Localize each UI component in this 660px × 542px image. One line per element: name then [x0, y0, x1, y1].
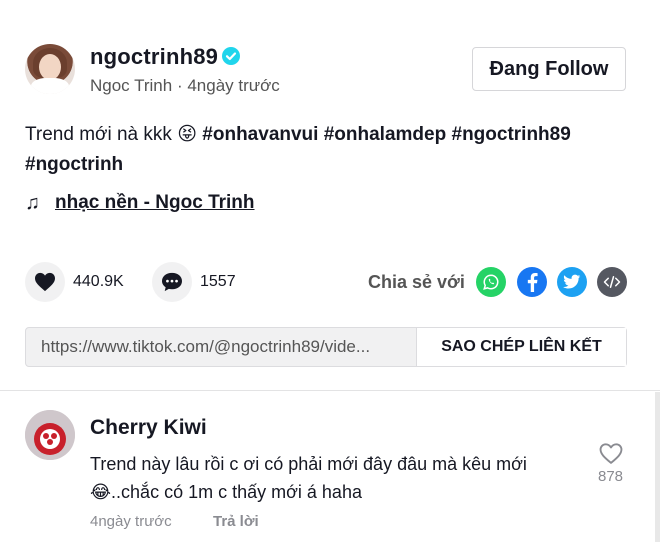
share-label: Chia sẻ với	[368, 272, 465, 292]
hashtag-link[interactable]: #ngoctrinh89	[452, 124, 571, 145]
hashtag-link[interactable]: #onhavanvui	[202, 124, 318, 145]
music-link[interactable]: nhạc nền - Ngoc Trinh	[55, 192, 255, 214]
comment-line-2: ..chắc có 1m c thấy mới á haha	[111, 482, 362, 502]
copy-link-button[interactable]: SAO CHÉP LIÊN KẾT	[416, 328, 626, 366]
meta-separator: ·	[176, 76, 188, 95]
section-divider	[0, 390, 660, 391]
author-nickname: Ngoc Trinh	[90, 76, 173, 95]
music-note-icon: ♫	[25, 192, 40, 214]
description-emoji: 😝	[177, 124, 198, 145]
twitter-share-icon[interactable]	[557, 267, 587, 297]
hashtag-link[interactable]: #ngoctrinh	[25, 154, 123, 175]
comment-time: 4ngày trước	[90, 513, 172, 530]
comment-text: Trend này lâu rồi c ơi có phải mới đây đ…	[90, 450, 590, 506]
comment-line-1: Trend này lâu rồi c ơi có phải mới đây đ…	[90, 454, 527, 474]
scrollbar[interactable]	[655, 392, 660, 542]
author-username[interactable]: ngoctrinh89	[90, 44, 218, 70]
like-count: 440.9K	[73, 273, 124, 290]
reply-button[interactable]: Trả lời	[213, 513, 259, 530]
copy-link-bar: https://www.tiktok.com/@ngoctrinh89/vide…	[25, 327, 627, 367]
like-button[interactable]	[25, 262, 65, 302]
following-button[interactable]: Đang Follow	[472, 47, 626, 91]
comment-like-count: 878	[598, 468, 624, 485]
comment-emoji: 😂	[90, 482, 112, 502]
verified-badge-icon	[222, 47, 240, 65]
post-time: 4ngày trước	[187, 76, 280, 95]
author-meta: Ngoc Trinh · 4ngày trước	[90, 76, 280, 96]
comment-count: 1557	[200, 273, 236, 290]
facebook-share-icon[interactable]	[517, 267, 547, 297]
commenter-avatar[interactable]	[25, 410, 75, 460]
comment-like-heart-icon[interactable]	[598, 442, 626, 466]
heart-icon	[35, 272, 55, 292]
hashtag-link[interactable]: #onhalamdep	[324, 124, 446, 145]
embed-code-icon[interactable]	[597, 267, 627, 297]
description-text: Trend mới nà kkk	[25, 124, 172, 145]
post-description: Trend mới nà kkk 😝 #onhavanvui #onhalamd…	[25, 120, 635, 180]
author-avatar[interactable]	[25, 44, 75, 94]
comment-icon	[162, 272, 182, 292]
whatsapp-share-icon[interactable]	[476, 267, 506, 297]
commenter-name[interactable]: Cherry Kiwi	[90, 416, 207, 440]
comment-button[interactable]	[152, 262, 192, 302]
video-link-text[interactable]: https://www.tiktok.com/@ngoctrinh89/vide…	[26, 328, 416, 366]
